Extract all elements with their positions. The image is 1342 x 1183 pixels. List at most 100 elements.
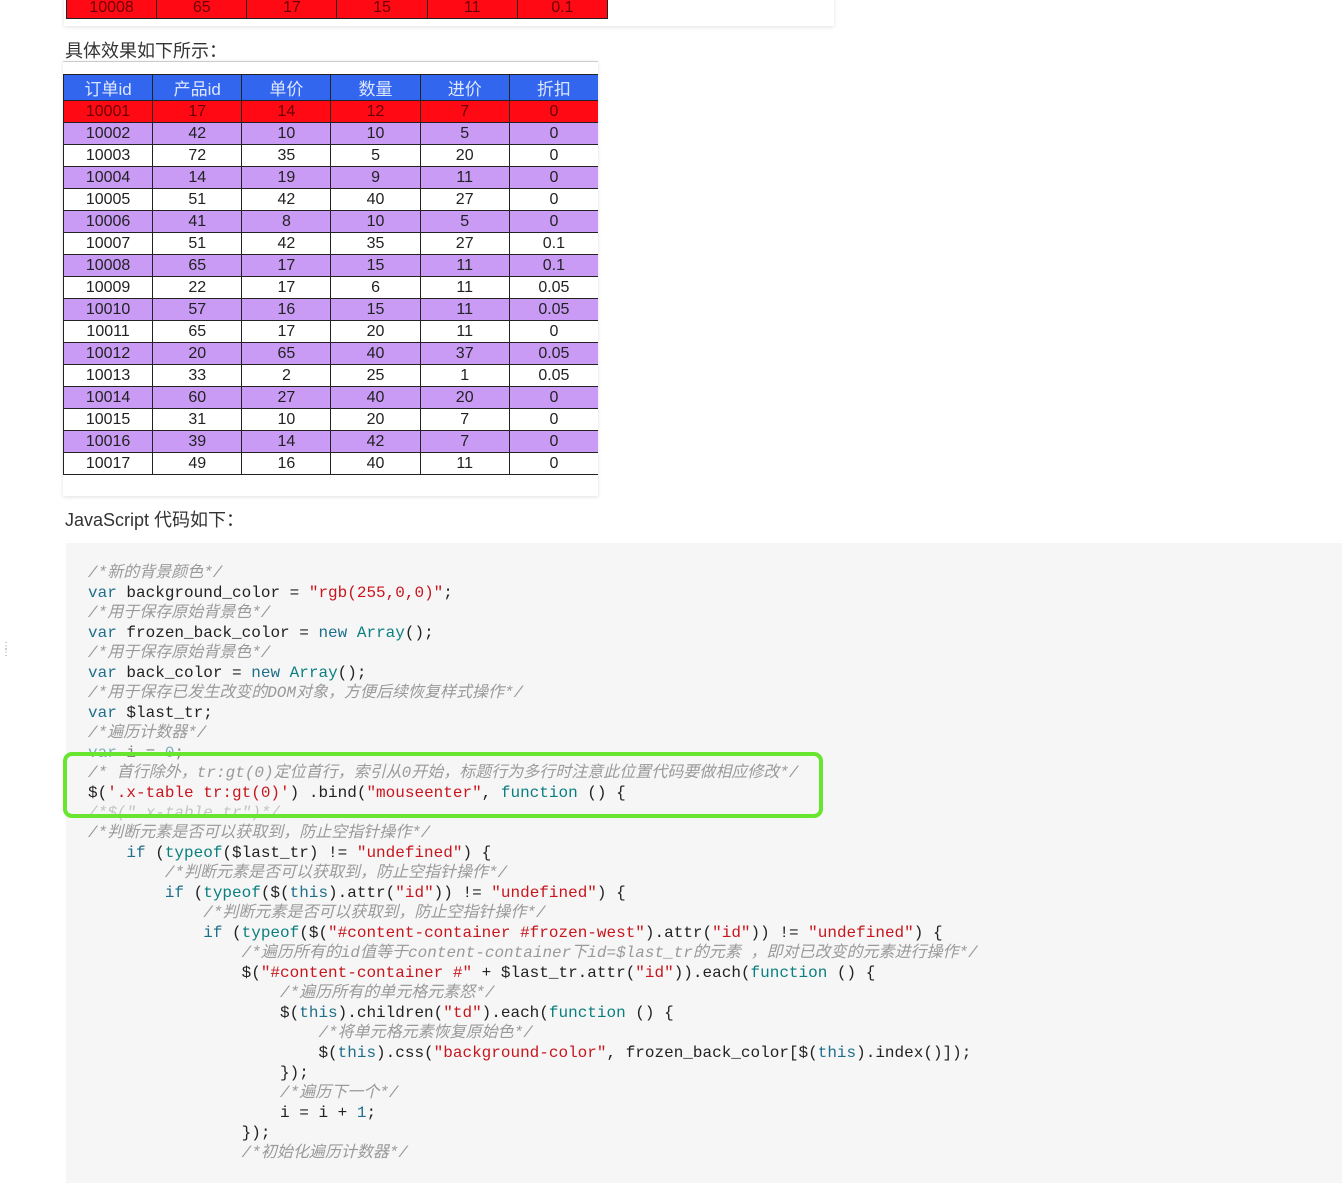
- table-cell: 11: [419, 166, 510, 189]
- top-table-card: 10008 65 17 15 11 0.1: [64, 0, 834, 26]
- table-cell: 11: [419, 254, 510, 277]
- table-row[interactable]: 10007 51 42 35 27 0.1: [63, 232, 598, 255]
- table-cell: 10006: [63, 210, 154, 233]
- code-token: )) !=: [433, 884, 492, 902]
- table-cell: 10004: [63, 166, 154, 189]
- code-token: if: [126, 844, 146, 862]
- code-token: "undefined": [491, 884, 597, 902]
- code-token: ).index()]);: [856, 1044, 972, 1062]
- code-line: /*初始化遍历计数器*/: [88, 1143, 408, 1163]
- table-cell: 20: [419, 144, 510, 167]
- code-token: /*初始化遍历计数器*/: [241, 1144, 409, 1162]
- code-line: if (typeof($(this).attr("id")) != "undef…: [88, 883, 626, 903]
- table-cell: 35: [330, 232, 421, 255]
- table-row[interactable]: 10008 65 17 15 11 0.1: [63, 254, 598, 277]
- code-token: "id": [712, 924, 751, 942]
- table-row[interactable]: 10010 57 16 15 11 0.05: [63, 298, 598, 321]
- table-cell: 10005: [63, 188, 154, 211]
- table-cell: 11: [419, 276, 510, 299]
- table-cell: 40: [330, 342, 421, 365]
- column-header[interactable]: 单价: [241, 74, 332, 101]
- column-header[interactable]: 折扣: [508, 74, 598, 101]
- table-cell: 14: [152, 166, 243, 189]
- table-cell: 0.05: [508, 364, 598, 387]
- column-header[interactable]: 订单id: [63, 74, 154, 101]
- table-cell: 0: [508, 188, 598, 211]
- code-line: var back_color = new Array();: [88, 663, 366, 683]
- table-cell: 72: [152, 144, 243, 167]
- code-line: /*将单元格元素恢复原始色*/: [88, 1023, 532, 1043]
- table-row[interactable]: 10001 17 14 12 7 0: [63, 100, 598, 123]
- code-token: /*遍历所有的id值等于content-container下id=$last_t…: [241, 944, 978, 962]
- code-token: (: [184, 884, 204, 902]
- code-token: var: [88, 704, 117, 722]
- code-token: $(: [88, 1044, 338, 1062]
- code-token: ).children(: [337, 1004, 444, 1022]
- table-cell: 17: [241, 254, 332, 277]
- table-row[interactable]: 10012 20 65 40 37 0.05: [63, 342, 598, 365]
- column-header[interactable]: 数量: [330, 74, 421, 101]
- order-table-card: 订单id 产品id 单价 数量 进价 折扣 10001 17 14 12 7 0 10002 42 10 1…: [63, 61, 598, 496]
- table-cell: 5: [419, 122, 510, 145]
- table-cell: 6: [330, 276, 421, 299]
- table-row[interactable]: 10011 65 17 20 11 0: [63, 320, 598, 343]
- table-cell: 10: [330, 122, 421, 145]
- code-token: var: [88, 584, 117, 602]
- code-line: });: [88, 1123, 271, 1143]
- code-token: "background-color": [433, 1044, 607, 1062]
- table-cell: 10: [241, 122, 332, 145]
- code-token: ).attr(: [328, 884, 396, 902]
- table-row[interactable]: 10014 60 27 40 20 0: [63, 386, 598, 409]
- table-row[interactable]: 10006 41 8 10 5 0: [63, 210, 598, 233]
- table-row[interactable]: 10015 31 10 20 7 0: [63, 408, 598, 431]
- code-line: var background_color = "rgb(255,0,0)";: [88, 583, 453, 603]
- table-cell: 17: [241, 276, 332, 299]
- code-line: $(this).css("background-color", frozen_b…: [88, 1043, 971, 1063]
- table-cell: 15: [330, 298, 421, 321]
- table-row[interactable]: 10008 65 17 15 11 0.1: [65, 0, 609, 19]
- code-line: if (typeof($("#content-container #frozen…: [88, 923, 942, 943]
- code-line: });: [88, 1063, 309, 1083]
- code-line: /*用于保存已发生改变的DOM对象，方便后续恢复样式操作*/: [88, 683, 523, 703]
- code-token: this: [289, 884, 329, 902]
- code-token: function: [750, 964, 828, 982]
- table-cell: 7: [419, 100, 510, 123]
- column-header[interactable]: 进价: [419, 74, 510, 101]
- code-line: /*用于保存原始背景色*/: [88, 603, 270, 623]
- code-token: i = i +: [88, 1104, 357, 1122]
- table-cell: 27: [241, 386, 332, 409]
- table-cell: 65: [152, 320, 243, 343]
- code-token: this: [817, 1044, 857, 1062]
- table-cell: 33: [152, 364, 243, 387]
- column-header[interactable]: 产品id: [152, 74, 243, 101]
- table-header-row: 订单id 产品id 单价 数量 进价 折扣: [63, 74, 598, 101]
- table-row[interactable]: 10005 51 42 40 27 0: [63, 188, 598, 211]
- code-token: () {: [827, 964, 876, 982]
- table-cell: 51: [152, 232, 243, 255]
- code-token: this: [299, 1004, 338, 1022]
- table-row[interactable]: 10002 42 10 10 5 0: [63, 122, 598, 145]
- highlight-box: [63, 752, 823, 818]
- table-cell: 19: [241, 166, 332, 189]
- table-cell: 40: [330, 452, 421, 475]
- table-row[interactable]: 10009 22 17 6 11 0.05: [63, 276, 598, 299]
- table-row[interactable]: 10017 49 16 40 11 0: [63, 452, 598, 475]
- table-cell: 57: [152, 298, 243, 321]
- table-row[interactable]: 10013 33 2 25 1 0.05: [63, 364, 598, 387]
- table-row[interactable]: 10003 72 35 5 20 0: [63, 144, 598, 167]
- table-cell: 5: [419, 210, 510, 233]
- code-token: ).css(: [376, 1044, 434, 1062]
- table-cell: 11: [419, 452, 510, 475]
- drag-handle-icon[interactable]: ⋮ ⋮: [1, 642, 11, 658]
- table-cell: 10001: [63, 100, 154, 123]
- code-token: "#content-container #": [260, 964, 473, 982]
- code-token: typeof: [203, 884, 261, 902]
- table-row[interactable]: 10016 39 14 42 7 0: [63, 430, 598, 453]
- code-token: });: [88, 1124, 271, 1142]
- table-cell: 10009: [63, 276, 154, 299]
- table-cell: 8: [241, 210, 332, 233]
- table-cell: 0: [508, 408, 598, 431]
- table-row[interactable]: 10004 14 19 9 11 0: [63, 166, 598, 189]
